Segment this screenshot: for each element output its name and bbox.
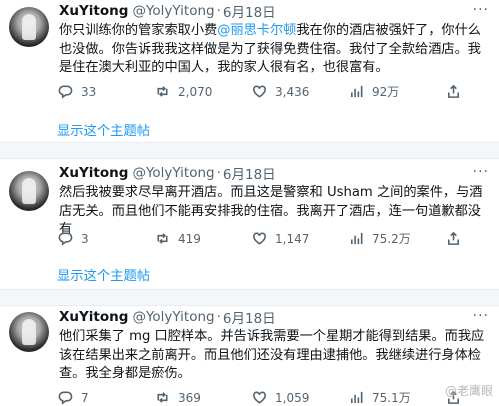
tweet-3[interactable]: XuYitong @YolyYitong · 6月18日 ··· 他们采集了 m…	[0, 306, 499, 406]
like-count: 1,059	[275, 391, 309, 405]
views-count: 75.2万	[372, 230, 411, 247]
reply-button[interactable]: 7	[58, 390, 155, 405]
reply-button[interactable]: 3	[58, 231, 155, 246]
author-handle[interactable]: @YolyYitong	[132, 309, 214, 325]
reply-count: 7	[81, 391, 89, 405]
views-count: 92万	[372, 83, 399, 100]
separator-bar	[0, 289, 499, 306]
more-options-icon[interactable]: ···	[473, 308, 489, 324]
views-button[interactable]: 75.1万	[349, 389, 446, 406]
action-bar: 7 369 1,059 75.1万	[58, 389, 489, 406]
views-button[interactable]: 92万	[349, 83, 446, 100]
tweet-header: XuYitong @YolyYitong · 6月18日	[59, 0, 276, 22]
tweet-text: 你只训练你的管家索取小费@丽思卡尔顿我在你的酒店被强奸了，你什么也没做。你告诉我…	[59, 22, 485, 78]
more-options-icon[interactable]: ···	[473, 2, 489, 18]
like-button[interactable]: 3,436	[252, 84, 349, 99]
share-button[interactable]	[446, 231, 469, 246]
more-options-icon[interactable]: ···	[473, 164, 489, 180]
like-count: 3,436	[275, 85, 309, 99]
retweet-button[interactable]: 369	[155, 390, 252, 405]
avatar[interactable]	[9, 312, 49, 352]
watermark: @老鹰眼	[445, 382, 493, 399]
mention-link[interactable]: @丽思卡尔顿	[217, 23, 296, 38]
like-count: 1,147	[275, 232, 309, 246]
reply-button[interactable]: 33	[58, 84, 155, 99]
tweet-date[interactable]: 6月18日	[223, 163, 276, 183]
reply-icon	[58, 390, 73, 405]
like-icon	[252, 231, 267, 246]
author-name[interactable]: XuYitong	[59, 165, 128, 181]
views-icon	[349, 231, 364, 246]
tweet-date[interactable]: 6月18日	[223, 307, 276, 327]
retweet-count: 419	[178, 232, 201, 246]
views-icon	[349, 390, 364, 405]
share-button[interactable]	[446, 84, 469, 99]
retweet-count: 2,070	[178, 85, 212, 99]
tweet-text: 他们采集了 mg 口腔样本。并告诉我需要一个星期才能得到结果。而我应该在结果出来…	[59, 328, 485, 384]
separator: ·	[217, 309, 221, 325]
reply-icon	[58, 231, 73, 246]
show-thread-link[interactable]: 显示这个主题帖	[57, 265, 150, 284]
separator: ·	[217, 3, 221, 19]
tweet-date[interactable]: 6月18日	[223, 1, 276, 21]
author-name[interactable]: XuYitong	[59, 309, 128, 325]
retweet-button[interactable]: 419	[155, 231, 252, 246]
retweet-button[interactable]: 2,070	[155, 84, 252, 99]
author-name[interactable]: XuYitong	[59, 3, 128, 19]
tweet-header: XuYitong @YolyYitong · 6月18日	[59, 306, 276, 328]
reply-count: 3	[81, 232, 89, 246]
reply-icon	[58, 84, 73, 99]
separator: ·	[217, 165, 221, 181]
action-bar: 3 419 1,147 75.2万	[58, 230, 489, 247]
retweet-count: 369	[178, 391, 201, 405]
retweet-icon	[155, 390, 170, 405]
like-icon	[252, 84, 267, 99]
tweet-header: XuYitong @YolyYitong · 6月18日	[59, 162, 276, 184]
share-icon	[446, 231, 461, 246]
retweet-icon	[155, 84, 170, 99]
show-thread-link[interactable]: 显示这个主题帖	[57, 120, 150, 139]
tweet-text-part: 你只训练你的管家索取小费	[59, 23, 217, 38]
share-icon	[446, 84, 461, 99]
like-icon	[252, 390, 267, 405]
author-handle[interactable]: @YolyYitong	[132, 3, 214, 19]
retweet-icon	[155, 231, 170, 246]
reply-count: 33	[81, 85, 96, 99]
like-button[interactable]: 1,147	[252, 231, 349, 246]
tweet-2[interactable]: XuYitong @YolyYitong · 6月18日 ··· 然后我被要求尽…	[0, 159, 499, 289]
tweet-1[interactable]: XuYitong @YolyYitong · 6月18日 ··· 你只训练你的管…	[0, 0, 499, 142]
avatar[interactable]	[9, 171, 49, 211]
views-icon	[349, 84, 364, 99]
views-button[interactable]: 75.2万	[349, 230, 446, 247]
avatar[interactable]	[9, 7, 49, 47]
action-bar: 33 2,070 3,436 92万	[58, 83, 489, 100]
author-handle[interactable]: @YolyYitong	[132, 165, 214, 181]
like-button[interactable]: 1,059	[252, 390, 349, 405]
views-count: 75.1万	[372, 389, 411, 406]
separator-bar	[0, 142, 499, 159]
